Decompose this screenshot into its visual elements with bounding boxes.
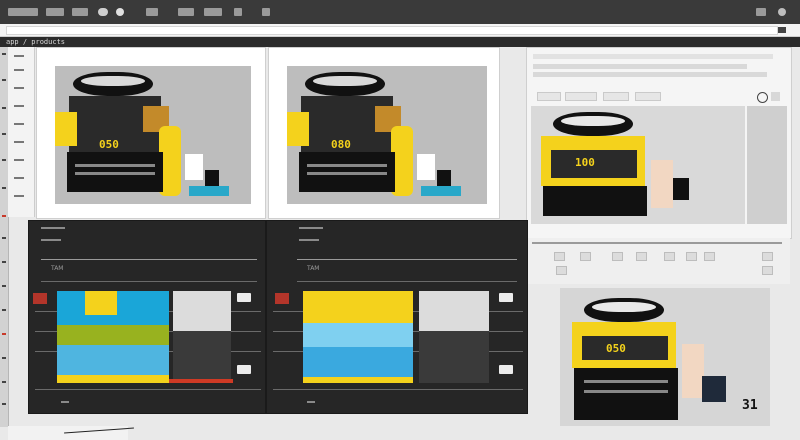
control-button[interactable] (554, 252, 565, 261)
settings-icon[interactable] (778, 8, 786, 16)
window-titlebar (0, 0, 800, 24)
product-panel-1: 050 (36, 47, 266, 219)
product-image: 100 (531, 106, 745, 224)
menu-item[interactable] (234, 8, 242, 16)
path-label: app / products (6, 38, 66, 46)
menu-item[interactable] (262, 8, 270, 16)
tab[interactable] (635, 92, 661, 101)
preview-image (57, 291, 169, 383)
control-button[interactable] (580, 252, 591, 261)
side-list (8, 47, 35, 217)
product-value: 080 (331, 138, 351, 151)
product-image: 050 (55, 66, 251, 204)
control-button[interactable] (664, 252, 675, 261)
close-icon[interactable] (771, 92, 780, 101)
product-value: 050 (606, 342, 626, 355)
product-value: 050 (99, 138, 119, 151)
editor-panel-left: TAM (28, 220, 266, 414)
toggle-button[interactable] (237, 365, 251, 374)
toggle-icon[interactable] (98, 8, 108, 16)
control-strip (526, 238, 790, 284)
menu-item[interactable] (46, 8, 64, 16)
path-strip: app / products (0, 37, 800, 47)
right-inspector: 100 (526, 47, 792, 239)
control-button[interactable] (762, 266, 773, 275)
refresh-icon[interactable] (757, 92, 768, 103)
address-bar (0, 24, 800, 37)
toggle-button[interactable] (499, 365, 513, 374)
close-icon[interactable] (778, 27, 786, 33)
red-marker (33, 293, 47, 304)
bottom-tray (8, 426, 134, 440)
page-number: 31 (742, 398, 758, 413)
menu-item[interactable] (204, 8, 222, 16)
control-button[interactable] (556, 266, 567, 275)
product-image: 050 31 (560, 288, 770, 426)
tab[interactable] (603, 92, 629, 101)
menu-item[interactable] (72, 8, 88, 16)
control-button[interactable] (686, 252, 697, 261)
editor-panel-right: TAM (266, 220, 528, 414)
radio-icon[interactable] (116, 8, 124, 16)
control-button[interactable] (636, 252, 647, 261)
url-input[interactable] (6, 26, 778, 35)
product-image: 080 (287, 66, 487, 204)
panel-tag: TAM (307, 265, 320, 272)
control-button[interactable] (612, 252, 623, 261)
menu-item[interactable] (178, 8, 194, 16)
control-button[interactable] (762, 252, 773, 261)
menu-item[interactable] (146, 8, 158, 16)
tab[interactable] (565, 92, 597, 101)
control-button[interactable] (704, 252, 715, 261)
red-marker (275, 293, 289, 304)
panel-tag: TAM (51, 265, 64, 272)
product-panel-2: 080 (268, 47, 500, 219)
menu-item[interactable] (8, 8, 38, 16)
preview-image (303, 291, 413, 383)
toggle-button[interactable] (237, 293, 251, 302)
product-value: 100 (575, 156, 595, 169)
tab[interactable] (537, 92, 561, 101)
menu-item[interactable] (756, 8, 766, 16)
toggle-button[interactable] (499, 293, 513, 302)
